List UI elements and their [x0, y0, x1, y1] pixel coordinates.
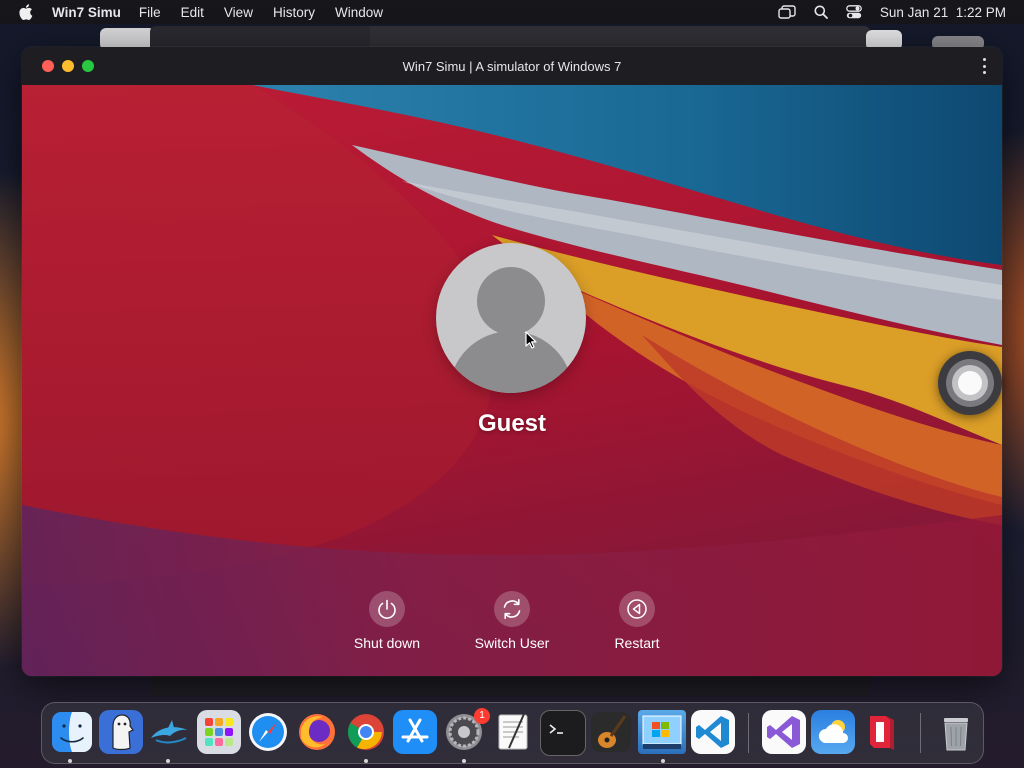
weather-icon[interactable]: [811, 710, 855, 754]
trash-icon[interactable]: [934, 710, 978, 754]
finder-icon[interactable]: [50, 710, 94, 754]
firefox-icon[interactable]: [295, 710, 339, 754]
dolphin-icon[interactable]: [148, 710, 192, 754]
win7-simu-icon[interactable]: [638, 710, 686, 754]
safari-icon[interactable]: [246, 710, 290, 754]
mouse-cursor-icon: [525, 331, 537, 349]
window-title: Win7 Simu | A simulator of Windows 7: [402, 58, 622, 74]
more-options-icon[interactable]: [980, 58, 988, 74]
running-indicator: [364, 759, 368, 763]
window-titlebar[interactable]: Win7 Simu | A simulator of Windows 7: [22, 47, 1002, 85]
window-zoom-button[interactable]: [82, 60, 94, 72]
textedit-icon[interactable]: [491, 710, 535, 754]
background-window: [150, 674, 870, 696]
menu-view[interactable]: View: [224, 5, 273, 20]
menu-bar: Win7 Simu File Edit View History Window …: [0, 0, 1024, 24]
running-indicator: [661, 759, 665, 763]
shutdown-button[interactable]: Shut down: [332, 591, 442, 651]
running-indicator: [68, 759, 72, 763]
app-store-icon[interactable]: [393, 710, 437, 754]
default-user-icon: [449, 267, 573, 393]
shutdown-label: Shut down: [353, 635, 421, 651]
user-name: Guest: [477, 410, 546, 437]
garageband-icon[interactable]: [589, 710, 633, 754]
window-minimize-button[interactable]: [62, 60, 74, 72]
window-close-button[interactable]: [42, 60, 54, 72]
ghost-app-icon[interactable]: [99, 710, 143, 754]
visual-studio-icon[interactable]: [762, 710, 806, 754]
running-indicator: [166, 759, 170, 763]
menu-window[interactable]: Window: [335, 5, 395, 20]
launchpad-icon[interactable]: [197, 710, 241, 754]
vscode-icon[interactable]: [691, 710, 735, 754]
menu-file[interactable]: File: [139, 5, 181, 20]
refresh-icon: [494, 591, 530, 627]
power-icon: [369, 591, 405, 627]
dock-separator: [748, 713, 749, 753]
spotlight-search-icon[interactable]: [814, 5, 828, 19]
stage-manager-icon[interactable]: [778, 5, 796, 19]
restart-label: Restart: [614, 635, 660, 651]
restart-icon: [619, 591, 655, 627]
dock: 1: [41, 702, 984, 764]
user-avatar[interactable]: [436, 243, 586, 393]
dock-separator: [920, 713, 921, 753]
menu-app-name[interactable]: Win7 Simu: [52, 5, 139, 20]
switch-user-button[interactable]: Switch User: [457, 591, 567, 651]
running-indicator: [462, 759, 466, 763]
menu-edit[interactable]: Edit: [181, 5, 224, 20]
apple-menu[interactable]: [0, 4, 52, 20]
login-screen: Guest Shut down Switch User Restart: [22, 85, 1002, 676]
app-window: Win7 Simu | A simulator of Windows 7 Gue…: [22, 47, 1002, 676]
assistive-touch-button[interactable]: [938, 351, 1002, 415]
notification-badge: 1: [474, 708, 490, 724]
menubar-clock[interactable]: Sun Jan 21 1:22 PM: [880, 5, 1006, 20]
terminal-icon[interactable]: [540, 710, 586, 756]
restart-button[interactable]: Restart: [582, 591, 692, 651]
control-center-icon[interactable]: [846, 5, 862, 19]
parallels-icon[interactable]: [860, 710, 904, 754]
chrome-icon[interactable]: [344, 710, 388, 754]
apple-logo-icon: [19, 4, 33, 20]
menu-history[interactable]: History: [273, 5, 335, 20]
switch-user-label: Switch User: [474, 635, 550, 651]
